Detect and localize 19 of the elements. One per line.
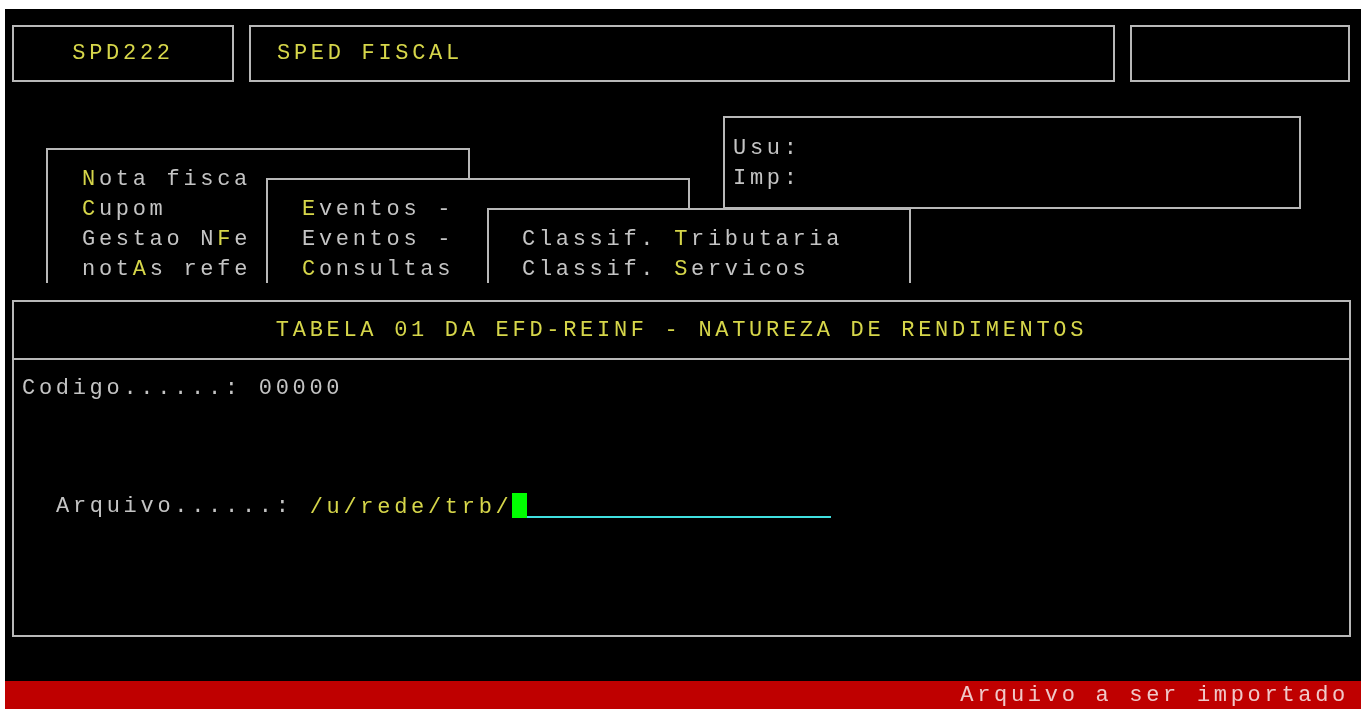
field-label: Codigo......: xyxy=(22,376,242,401)
menu-item[interactable]: C onsultas xyxy=(302,255,455,285)
file-path-field[interactable]: /u/rede/trb/ xyxy=(309,493,832,520)
menu-item[interactable]: not A s refe xyxy=(82,255,252,285)
program-code: SPD222 xyxy=(72,41,174,66)
form-title: TABELA 01 DA EFD-REINF - NATUREZA DE RENDIMENTOS xyxy=(275,317,1088,343)
menu-item[interactable]: Gestao N F e xyxy=(82,225,252,255)
menu-item[interactable]: N ota fisca xyxy=(82,165,252,195)
field-label: Arquivo......: xyxy=(56,494,293,519)
program-name: SPED FISCAL xyxy=(277,41,463,66)
menu-item[interactable]: Classif. T ributaria xyxy=(522,225,844,255)
session-label: Usu: xyxy=(733,135,802,163)
status-message: Arquivo a ser importado xyxy=(960,682,1349,708)
session-label: Imp: xyxy=(733,165,802,193)
code-value: 00000 xyxy=(258,376,344,401)
menu-item[interactable]: C upom xyxy=(82,195,167,225)
menu-item[interactable]: E ventos - xyxy=(302,195,455,225)
menu-item[interactable]: Classif. S ervicos xyxy=(522,255,810,285)
menu-item[interactable]: Eventos - xyxy=(302,225,455,255)
